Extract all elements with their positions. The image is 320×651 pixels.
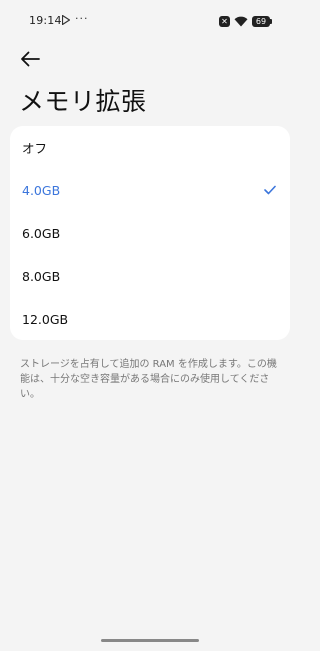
option-12gb[interactable]: 12.0GB	[10, 298, 290, 340]
arrow-left-icon	[21, 51, 40, 67]
status-time: 19:14	[29, 14, 62, 27]
battery-icon: 69	[252, 15, 272, 27]
option-label: 12.0GB	[22, 312, 69, 327]
option-label: オフ	[22, 141, 48, 156]
status-indicators: ✕ 69	[219, 14, 272, 28]
status-bar: 19:14 ··· ✕ 69	[0, 0, 300, 40]
page-title: メモリ拡張	[19, 87, 147, 116]
wifi-icon	[234, 16, 248, 26]
play-store-icon	[62, 15, 70, 25]
description-note: ストレージを占有して追加の RAM を作成します。この機能は、十分な空き容量があ…	[20, 359, 277, 400]
option-4gb[interactable]: 4.0GB	[10, 169, 290, 212]
option-6gb[interactable]: 6.0GB	[10, 212, 290, 255]
no-sim-icon: ✕	[219, 15, 230, 27]
back-button[interactable]	[18, 48, 42, 70]
option-label: 6.0GB	[22, 226, 61, 241]
option-label: 8.0GB	[22, 269, 61, 284]
option-8gb[interactable]: 8.0GB	[10, 255, 290, 298]
option-off[interactable]: オフ	[10, 126, 290, 169]
option-label: 4.0GB	[22, 183, 61, 198]
check-icon	[264, 185, 276, 195]
more-notifications-icon: ···	[75, 12, 89, 25]
options-card: オフ 4.0GB 6.0GB 8.0GB 12.0GB	[10, 126, 290, 340]
home-indicator[interactable]	[101, 639, 199, 642]
